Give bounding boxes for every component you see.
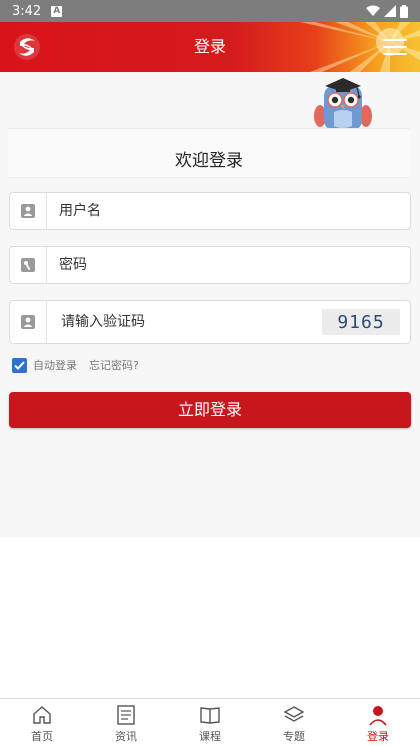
captcha-input[interactable]: [47, 301, 322, 343]
user-card-icon: [10, 301, 47, 343]
news-icon: [117, 705, 135, 725]
captcha-image[interactable]: 9165: [322, 309, 400, 335]
user-card-icon: [10, 193, 47, 229]
remember-row: 自动登录 忘记密码?: [12, 356, 139, 374]
bottom-tab-bar: 首页 资讯 课程 专题 登录: [0, 698, 420, 746]
tab-home[interactable]: 首页: [0, 699, 84, 746]
notification-icon: A: [51, 5, 63, 17]
check-icon: [14, 360, 25, 370]
captcha-field[interactable]: 9165: [9, 300, 411, 344]
password-input[interactable]: [47, 247, 410, 283]
home-icon: [33, 706, 51, 724]
battery-icon: [400, 4, 408, 18]
login-button[interactable]: 立即登录: [9, 392, 411, 428]
book-icon: [200, 707, 220, 724]
tab-login[interactable]: 登录: [336, 699, 420, 746]
page-title: 登录: [193, 37, 226, 56]
user-icon: [369, 706, 387, 726]
tab-topics[interactable]: 专题: [252, 699, 336, 746]
status-bar: 3:42 A: [0, 0, 420, 22]
username-input[interactable]: [47, 193, 410, 229]
status-time: 3:42: [12, 3, 42, 19]
welcome-heading: 欢迎登录: [8, 128, 410, 178]
wifi-icon: [366, 5, 380, 16]
auto-login-checkbox[interactable]: [12, 357, 27, 373]
auto-login-label[interactable]: 自动登录: [33, 357, 77, 373]
password-field[interactable]: [9, 246, 411, 284]
tab-news[interactable]: 资讯: [84, 699, 168, 746]
layers-icon: [283, 706, 305, 722]
forgot-password-link[interactable]: 忘记密码?: [89, 357, 139, 373]
tab-label: 专题: [283, 730, 305, 743]
tab-label: 课程: [199, 730, 221, 743]
menu-icon[interactable]: [383, 39, 407, 55]
app-header: 登录: [0, 22, 420, 72]
username-field[interactable]: [9, 192, 411, 230]
tab-label: 登录: [367, 730, 389, 743]
tab-label: 资讯: [115, 730, 137, 743]
key-icon: [10, 247, 47, 283]
signal-icon: [384, 5, 396, 17]
tab-label: 首页: [31, 730, 53, 743]
tab-courses[interactable]: 课程: [168, 699, 252, 746]
